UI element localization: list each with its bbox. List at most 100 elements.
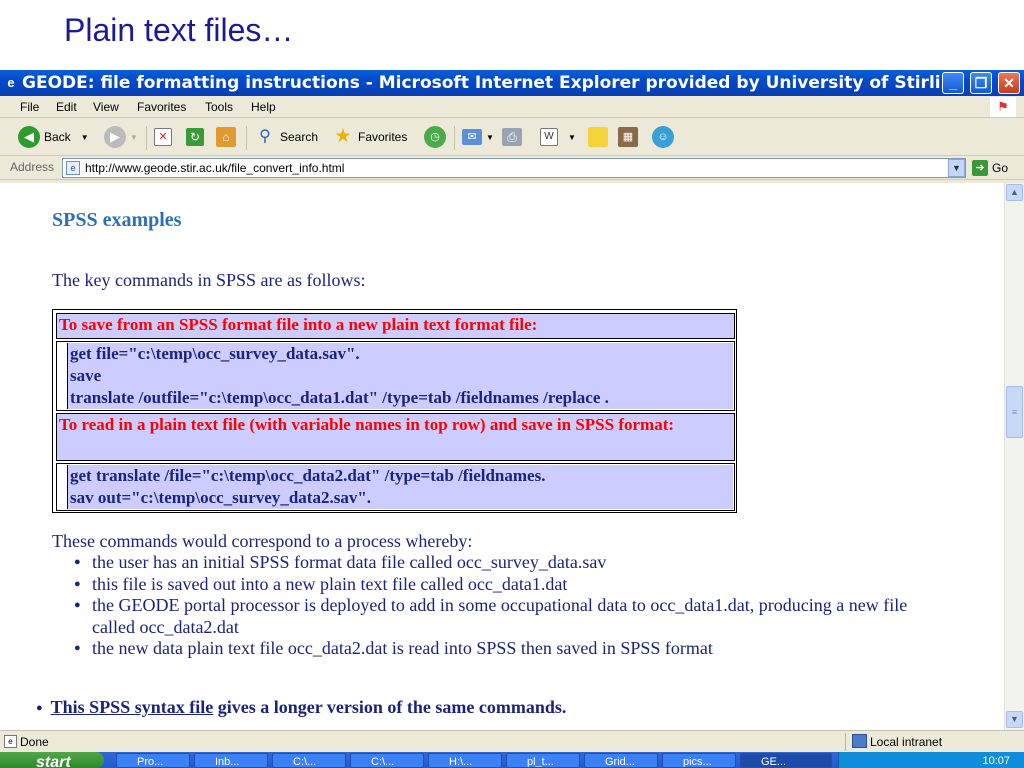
history-icon: ◷	[424, 126, 446, 148]
address-dropdown-icon[interactable]: ▼	[948, 159, 965, 177]
command-table: To save from an SPSS format file into a …	[52, 309, 737, 513]
code-line: sav out="c:\temp\occ_survey_data2.sav".	[70, 488, 372, 507]
print-button[interactable]: ⎙	[502, 124, 526, 150]
scroll-up-icon[interactable]: ▲	[1006, 184, 1023, 201]
back-button[interactable]: ◀ Back ▼	[18, 124, 89, 150]
read-commands: get translate /file="c:\temp\occ_data2.d…	[67, 465, 733, 509]
vertical-scrollbar[interactable]: ▲ ≡ ▼	[1004, 183, 1024, 730]
mail-button[interactable]: ✉ ▼	[462, 124, 494, 150]
window-title: GEODE: file formatting instructions - Mi…	[22, 73, 965, 93]
taskbar-item-active[interactable]: GE...	[740, 753, 832, 768]
taskbar-item[interactable]: C:\...	[272, 753, 346, 768]
menu-favorites[interactable]: Favorites	[137, 100, 186, 114]
forward-arrow-icon: ▶	[104, 126, 126, 148]
minimize-button[interactable]: _	[942, 72, 964, 94]
section-heading: SPSS examples	[52, 209, 182, 231]
mail-dropdown-icon[interactable]: ▼	[486, 133, 494, 142]
back-arrow-icon: ◀	[18, 126, 40, 148]
stop-button[interactable]: ✕	[154, 124, 176, 150]
go-arrow-icon: ➜	[972, 160, 988, 176]
discuss-button[interactable]	[588, 124, 612, 150]
code-line: get file="c:\temp\occ_survey_data.sav".	[70, 344, 360, 363]
toolbar-separator	[246, 126, 247, 150]
go-label: Go	[992, 161, 1009, 175]
status-text: Done	[20, 735, 49, 749]
edit-dropdown-icon[interactable]: ▼	[568, 133, 576, 142]
favorites-label: Favorites	[358, 130, 408, 144]
taskbar-item[interactable]: H:\...	[428, 753, 502, 768]
home-button[interactable]: ⌂	[216, 124, 240, 150]
go-button[interactable]: ➜ Go	[972, 160, 1008, 176]
address-bar: Address http://www.geode.stir.ac.uk/file…	[0, 156, 1024, 180]
security-zone: Local intranet	[870, 735, 943, 749]
home-icon: ⌂	[216, 127, 236, 147]
taskbar-item[interactable]: Grid...	[584, 753, 658, 768]
intro-text: The key commands in SPSS are as follows:	[52, 270, 366, 290]
list-item: the GEODE portal processor is deployed t…	[72, 595, 952, 638]
search-button[interactable]: ⚲ Search	[254, 124, 318, 150]
messenger-icon: ☺	[652, 126, 674, 148]
scroll-down-icon[interactable]: ▼	[1006, 711, 1023, 728]
note-icon	[588, 127, 608, 147]
slide-title: Plain text files…	[64, 12, 294, 48]
code-line: get translate /file="c:\temp\occ_data2.d…	[70, 466, 546, 485]
address-label: Address	[10, 160, 55, 174]
save-header-cell: To save from an SPSS format file into a …	[56, 313, 735, 339]
list-item: the user has an initial SPSS format data…	[72, 552, 952, 574]
close-button[interactable]: ✕	[998, 72, 1020, 94]
menu-tools[interactable]: Tools	[205, 100, 233, 114]
system-tray: 10:07	[838, 752, 1024, 768]
menu-help[interactable]: Help	[251, 100, 276, 114]
save-commands: get file="c:\temp\occ_survey_data.sav". …	[67, 343, 733, 409]
forward-dropdown-icon[interactable]: ▼	[130, 133, 138, 142]
taskbar-item[interactable]: pics...	[662, 753, 736, 768]
taskbar: start Pro... Inb... C:\... C:\... H:\...…	[0, 752, 1024, 768]
page-done-icon: e	[4, 735, 17, 748]
messenger-button[interactable]: ☺	[652, 124, 678, 150]
code-line: save	[70, 366, 102, 385]
edit-button[interactable]: W ▼	[540, 124, 576, 150]
search-label: Search	[280, 130, 319, 144]
menu-edit[interactable]: Edit	[56, 100, 77, 114]
taskbar-item[interactable]: Pro...	[116, 753, 190, 768]
list-item: this file is saved out into a new plain …	[72, 574, 952, 596]
address-input[interactable]: http://www.geode.stir.ac.uk/file_convert…	[62, 158, 966, 178]
syntax-file-link[interactable]: This SPSS syntax file	[51, 697, 214, 717]
windows-logo-icon: ⚑	[990, 97, 1016, 117]
title-bar[interactable]: e GEODE: file formatting instructions - …	[0, 70, 1024, 96]
toolbar-separator	[454, 126, 455, 150]
stop-icon: ✕	[154, 128, 172, 146]
intranet-icon	[852, 734, 867, 748]
back-dropdown-icon[interactable]: ▼	[81, 133, 89, 142]
research-button[interactable]: ▦	[618, 124, 642, 150]
word-icon: W	[540, 128, 558, 146]
bullet-icon: ●	[36, 702, 43, 714]
syntax-file-text: gives a longer version of the same comma…	[213, 697, 567, 717]
ie-icon: e	[7, 75, 15, 90]
taskbar-item[interactable]: pl_t...	[506, 753, 580, 768]
process-list: the user has an initial SPSS format data…	[72, 552, 952, 660]
clock: 10:07	[982, 755, 1010, 767]
scroll-thumb[interactable]: ≡	[1006, 386, 1023, 438]
refresh-button[interactable]: ↻	[186, 124, 208, 150]
back-label: Back	[44, 130, 71, 144]
restore-button[interactable]: ❐	[970, 72, 992, 94]
list-item: the new data plain text file occ_data2.d…	[72, 638, 952, 660]
taskbar-item[interactable]: C:\...	[350, 753, 424, 768]
read-header-cell: To read in a plain text file (with varia…	[56, 413, 735, 461]
start-button[interactable]: start	[0, 752, 104, 768]
research-icon: ▦	[618, 127, 638, 147]
menu-view[interactable]: View	[93, 100, 119, 114]
syntax-file-line: ● This SPSS syntax file gives a longer ve…	[36, 697, 566, 718]
process-intro: These commands would correspond to a pro…	[52, 531, 473, 551]
favorites-button[interactable]: ★ Favorites	[332, 124, 407, 150]
search-icon: ⚲	[259, 128, 271, 145]
save-commands-cell: get file="c:\temp\occ_survey_data.sav". …	[56, 341, 735, 411]
toolbar-separator	[146, 126, 147, 150]
taskbar-item[interactable]: Inb...	[194, 753, 268, 768]
forward-button[interactable]: ▶ ▼	[104, 124, 138, 150]
menu-file[interactable]: File	[20, 100, 39, 114]
history-button[interactable]: ◷	[424, 124, 450, 150]
code-line: translate /outfile="c:\temp\occ_data1.da…	[70, 388, 609, 407]
favorites-star-icon: ★	[334, 126, 352, 147]
